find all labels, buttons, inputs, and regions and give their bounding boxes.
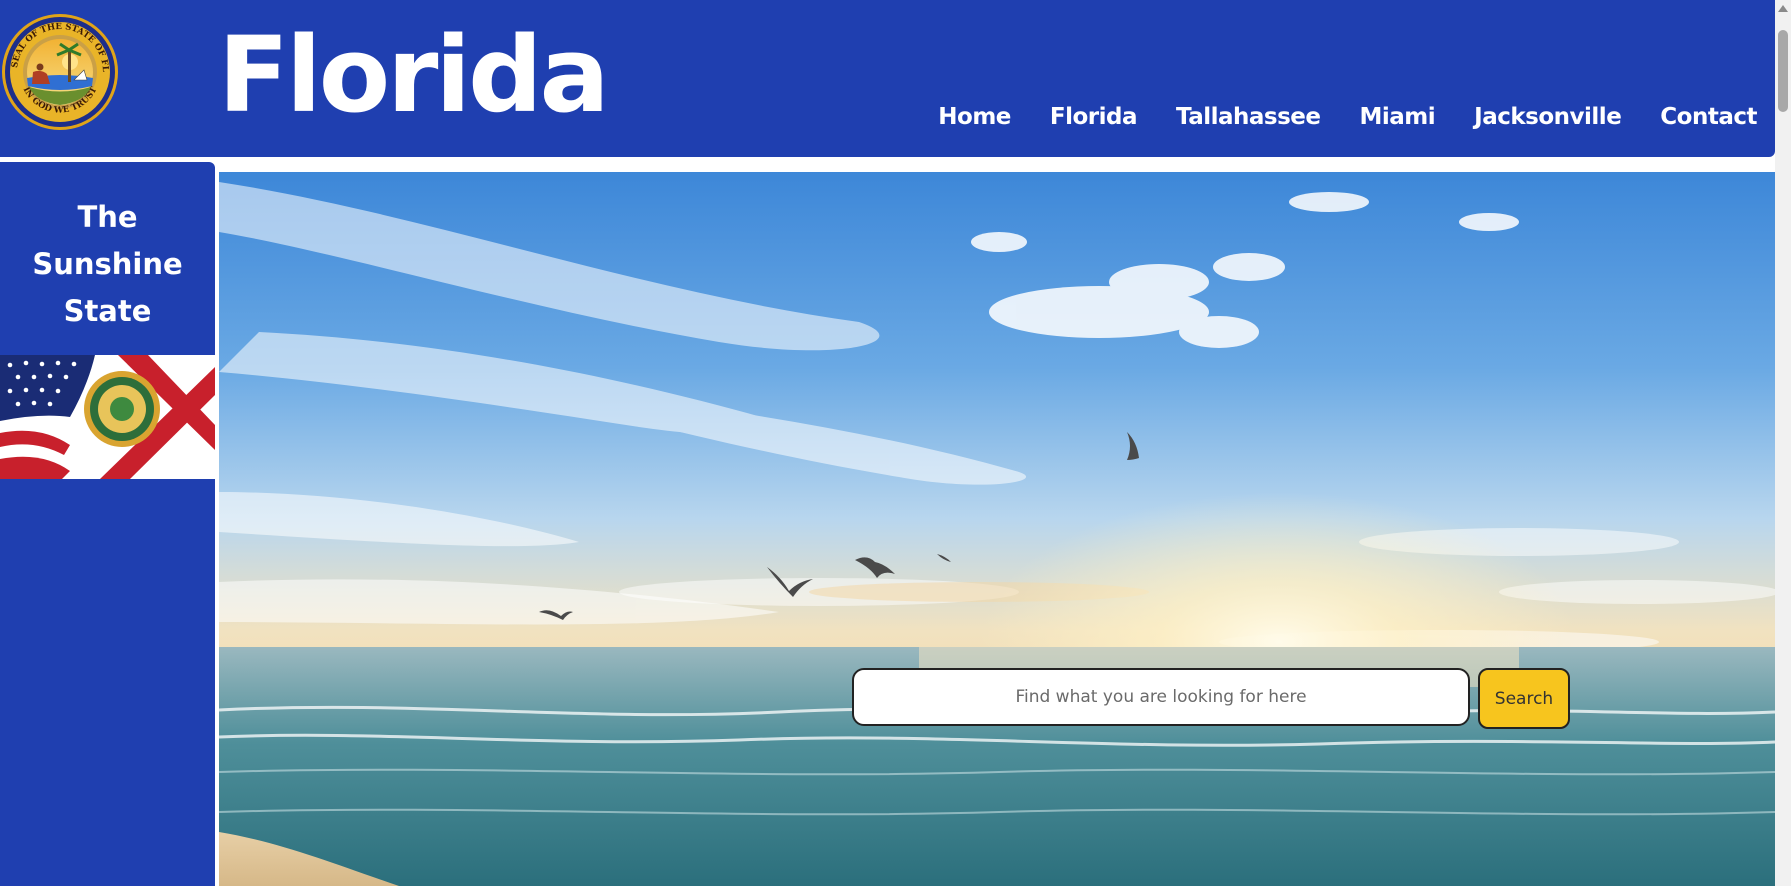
nav-link-miami[interactable]: Miami (1360, 104, 1436, 130)
tagline-line-1: The (77, 200, 138, 234)
main-nav: Home Florida Tallahassee Miami Jacksonvi… (899, 104, 1757, 130)
site-title: Florida (218, 14, 610, 136)
tagline-line-3: State (63, 294, 152, 328)
florida-state-seal-icon: GREAT SEAL OF THE STATE OF FLORIDA IN GO… (0, 10, 118, 130)
nav-link-tallahassee[interactable]: Tallahassee (1176, 104, 1321, 130)
tagline-line-2: Sunshine (32, 247, 183, 281)
hero-section: Search (219, 172, 1775, 886)
state-tagline: The Sunshine State (0, 162, 215, 335)
nav-link-home[interactable]: Home (938, 104, 1011, 130)
us-florida-flag-image (0, 355, 215, 479)
nav-link-contact[interactable]: Contact (1660, 104, 1757, 130)
search-input[interactable] (852, 668, 1470, 726)
search-button[interactable]: Search (1478, 668, 1570, 729)
page-scrollbar[interactable] (1775, 0, 1791, 886)
scrollbar-thumb[interactable] (1778, 30, 1788, 112)
sidebar: The Sunshine State (0, 162, 215, 886)
scroll-up-arrow-icon[interactable] (1778, 5, 1788, 12)
nav-link-florida[interactable]: Florida (1050, 104, 1138, 130)
search-form: Search (852, 668, 1570, 729)
site-header: GREAT SEAL OF THE STATE OF FLORIDA IN GO… (0, 0, 1775, 157)
beach-sunset-seagulls-image (219, 172, 1775, 886)
nav-link-jacksonville[interactable]: Jacksonville (1474, 104, 1622, 130)
